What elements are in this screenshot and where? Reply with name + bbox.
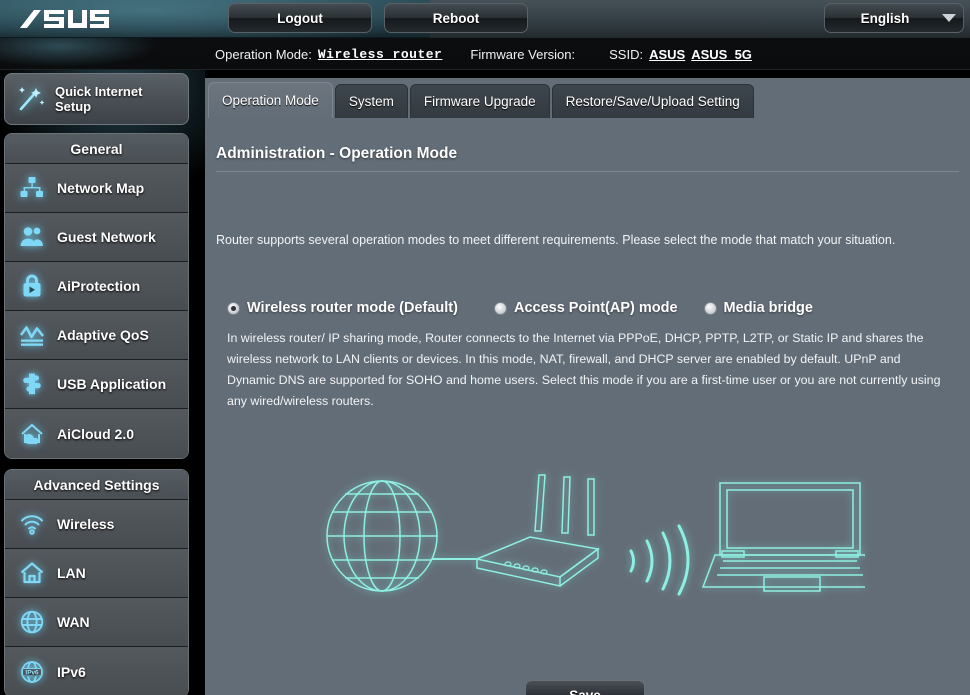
puzzle-icon: [17, 369, 47, 399]
ipv6-globe-icon: IPv6: [17, 657, 47, 687]
infobar-glow: [0, 38, 210, 70]
sidebar-item-wan[interactable]: WAN: [5, 598, 188, 647]
sidebar-group-general: General Network Map: [4, 133, 189, 459]
sidebar-item-quick-internet-setup[interactable]: Quick Internet Setup: [4, 73, 189, 125]
network-map-icon: [17, 173, 47, 203]
language-label: English: [825, 11, 935, 26]
sidebar-item-aicloud[interactable]: AiCloud 2.0: [5, 409, 188, 458]
sidebar-item-wireless[interactable]: Wireless: [5, 500, 188, 549]
sidebar-group-advanced-title: Advanced Settings: [5, 470, 188, 500]
tab-label: Restore/Save/Upload Setting: [566, 94, 740, 109]
sidebar-item-network-map[interactable]: Network Map: [5, 164, 188, 213]
tab-restore-save-upload[interactable]: Restore/Save/Upload Setting: [552, 84, 754, 118]
network-diagram: [320, 473, 865, 608]
operation-mode-panel: Administration - Operation Mode Router s…: [205, 118, 970, 695]
cloud-home-icon: [17, 419, 47, 449]
ssid-24g-value[interactable]: ASUS: [649, 47, 685, 62]
ssid-label: SSID:: [609, 47, 643, 62]
sidebar-item-lan[interactable]: LAN: [5, 549, 188, 598]
radio-indicator[interactable]: [704, 302, 717, 315]
radio-indicator-selected[interactable]: [227, 302, 240, 315]
page-title: Administration - Operation Mode: [216, 145, 457, 163]
radio-label: Wireless router mode (Default): [247, 300, 458, 316]
ssid-5g-value[interactable]: ASUS_5G: [691, 47, 752, 62]
sidebar-group-general-title: General: [5, 134, 188, 164]
sidebar-item-label: LAN: [57, 565, 86, 581]
sidebar-item-guest-network[interactable]: Guest Network: [5, 213, 188, 262]
sidebar-item-label: Wireless: [57, 516, 114, 532]
sidebar-item-label: IPv6: [57, 664, 86, 680]
qos-chart-icon: [17, 320, 47, 350]
chevron-down-icon: [935, 14, 963, 22]
tab-bar: Operation Mode System Firmware Upgrade R…: [205, 78, 754, 118]
tab-firmware-upgrade[interactable]: Firmware Upgrade: [410, 84, 550, 118]
main-content: Operation Mode System Firmware Upgrade R…: [205, 78, 970, 695]
asus-logo[interactable]: [18, 7, 110, 31]
wifi-waves-icon: [631, 526, 688, 594]
operation-mode-radio-group: Wireless router mode (Default) Access Po…: [227, 300, 957, 316]
router-admin-page: Logout Reboot English Operation Mode: Wi…: [0, 0, 970, 695]
logout-button[interactable]: Logout: [228, 3, 372, 33]
sidebar-item-label: WAN: [57, 614, 90, 630]
sidebar-item-label: USB Application: [57, 376, 166, 392]
laptop-wireframe-icon: [703, 483, 865, 591]
tab-label: System: [349, 94, 394, 109]
infobar-text: Operation Mode: Wireless router Firmware…: [215, 38, 752, 70]
radio-wireless-router-mode[interactable]: Wireless router mode (Default): [227, 300, 458, 316]
router-wireframe-icon: [477, 475, 598, 586]
radio-media-bridge-mode[interactable]: Media bridge: [704, 300, 813, 316]
svg-text:IPv6: IPv6: [25, 669, 39, 676]
sidebar-item-label: Network Map: [57, 180, 144, 196]
sidebar-item-label: AiProtection: [57, 278, 140, 294]
sidebar-item-label: AiCloud 2.0: [57, 426, 134, 442]
operation-mode-label: Operation Mode:: [215, 47, 312, 62]
radio-access-point-mode[interactable]: Access Point(AP) mode: [494, 300, 678, 316]
mode-description: In wireless router/ IP sharing mode, Rou…: [227, 328, 947, 412]
tab-system[interactable]: System: [335, 84, 408, 118]
sidebar-group-advanced: Advanced Settings Wireless: [4, 469, 189, 695]
language-selector[interactable]: English: [824, 3, 964, 33]
reboot-button[interactable]: Reboot: [384, 3, 528, 33]
status-infobar: Operation Mode: Wireless router Firmware…: [0, 38, 970, 70]
quick-setup-line1: Quick Internet: [55, 84, 142, 99]
title-divider: [216, 171, 959, 172]
radio-label: Access Point(AP) mode: [514, 300, 678, 316]
save-button[interactable]: Save: [525, 680, 645, 695]
house-icon: [17, 558, 47, 588]
sidebar-item-ipv6[interactable]: IPv6 IPv6: [5, 647, 188, 695]
magic-wand-icon: [13, 82, 47, 116]
tab-operation-mode[interactable]: Operation Mode: [208, 82, 333, 118]
sidebar-item-label: Adaptive QoS: [57, 327, 149, 343]
intro-text: Router supports several operation modes …: [216, 233, 956, 247]
firmware-version-label: Firmware Version:: [470, 47, 575, 62]
tab-label: Firmware Upgrade: [424, 94, 536, 109]
sidebar: Quick Internet Setup General: [0, 70, 205, 695]
top-banner: Logout Reboot English: [0, 0, 970, 38]
sidebar-item-usb-application[interactable]: USB Application: [5, 360, 188, 409]
sidebar-item-label: Guest Network: [57, 229, 156, 245]
sidebar-item-aiprotection[interactable]: AiProtection: [5, 262, 188, 311]
guest-network-icon: [17, 222, 47, 252]
globe-icon: [17, 607, 47, 637]
sidebar-item-adaptive-qos[interactable]: Adaptive QoS: [5, 311, 188, 360]
reboot-label: Reboot: [433, 11, 480, 26]
wifi-icon: [17, 509, 47, 539]
quick-setup-label: Quick Internet Setup: [55, 84, 142, 114]
radio-label: Media bridge: [724, 300, 813, 316]
save-label: Save: [569, 688, 601, 695]
globe-wireframe-icon: [327, 481, 437, 591]
lock-shield-icon: [17, 271, 47, 301]
tab-label: Operation Mode: [222, 93, 319, 108]
operation-mode-value[interactable]: Wireless router: [318, 47, 443, 62]
quick-setup-line2: Setup: [55, 99, 91, 114]
radio-indicator[interactable]: [494, 302, 507, 315]
logout-label: Logout: [277, 11, 323, 26]
